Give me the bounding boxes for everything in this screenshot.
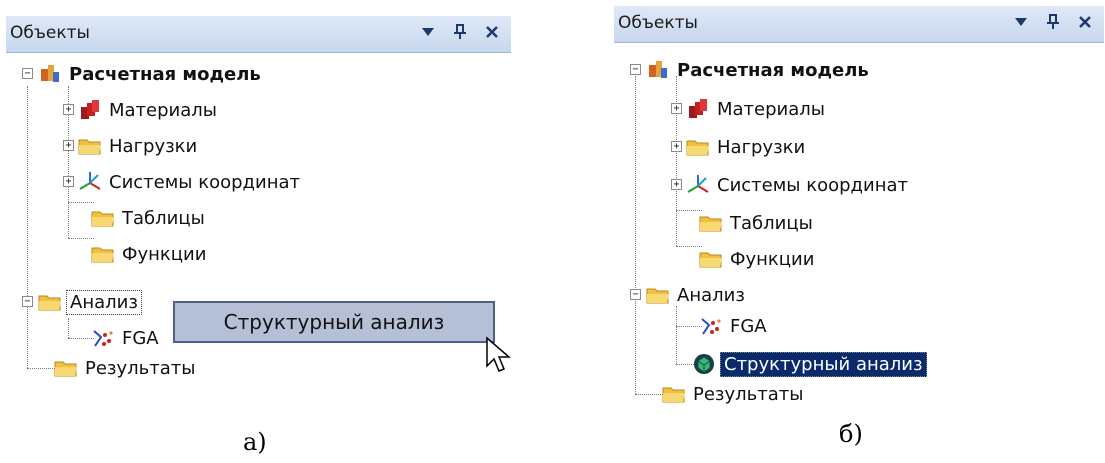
tree-item-functions[interactable]: Функции (91, 241, 209, 267)
tree-item-label: Расчетная модель (677, 59, 869, 81)
object-tree: − Расчетная модель + Материалы + Нагрузк… (614, 42, 1104, 416)
coordinate-axes-icon (686, 174, 710, 196)
tree-item-label: Анализ (66, 289, 142, 315)
tree-item-label: Таблицы (730, 212, 813, 234)
chevron-down-icon[interactable] (1012, 12, 1030, 32)
tree-item-coordinate-systems[interactable]: Системы координат (686, 172, 911, 198)
folder-icon (646, 284, 670, 306)
tree-item-materials[interactable]: Материалы (686, 96, 828, 122)
collapse-root-toggle[interactable]: − (22, 68, 33, 79)
tree-item-fga[interactable]: FGA (91, 325, 162, 351)
structural-analysis-icon (692, 353, 716, 375)
tree-item-fga[interactable]: FGA (699, 313, 770, 339)
tree-item-label: Структурный анализ (720, 351, 927, 377)
fga-analysis-icon (699, 315, 723, 337)
close-icon[interactable] (1076, 12, 1094, 32)
tree-item-label: Анализ (677, 284, 745, 306)
tree-item-label: Результаты (85, 357, 196, 379)
tree-item-results[interactable]: Результаты (54, 355, 198, 381)
tree-item-label: Материалы (717, 98, 825, 120)
tree-item-materials[interactable]: Материалы (78, 97, 220, 123)
tree-item-analysis[interactable]: Анализ (646, 282, 748, 308)
folder-icon (91, 207, 115, 229)
folder-icon (78, 135, 102, 157)
expand-toggle[interactable]: + (63, 104, 74, 115)
tree-item-label: Таблицы (122, 207, 205, 229)
drag-item-label: Структурный анализ (223, 310, 445, 334)
folder-icon (699, 212, 723, 234)
materials-icon (78, 99, 102, 121)
expand-toggle[interactable]: + (671, 103, 682, 114)
close-icon[interactable] (483, 22, 501, 42)
caption-b: б) (839, 420, 863, 448)
materials-icon (686, 98, 710, 120)
folder-icon (38, 291, 62, 313)
object-tree: − Расчетная модель + Материалы + Нагрузк… (6, 52, 511, 396)
tree-item-analysis[interactable]: Анализ (38, 289, 142, 315)
tree-item-tables[interactable]: Таблицы (91, 205, 208, 231)
tree-item-coordinate-systems[interactable]: Системы координат (78, 169, 303, 195)
mouse-pointer-icon (485, 336, 512, 380)
model-icon (38, 63, 62, 85)
tree-item-loads[interactable]: Нагрузки (78, 133, 200, 159)
tree-item-loads[interactable]: Нагрузки (686, 134, 808, 160)
model-icon (646, 59, 670, 81)
tree-item-label: Расчетная модель (69, 63, 261, 85)
tree-item-label: Материалы (109, 99, 217, 121)
tree-item-label: Функции (122, 243, 207, 265)
coordinate-axes-icon (78, 171, 102, 193)
tree-item-root[interactable]: Расчетная модель (646, 57, 872, 83)
tree-item-label: Функции (730, 248, 815, 270)
tree-item-label: Системы координат (717, 174, 908, 196)
tree-item-label: FGA (730, 315, 767, 337)
collapse-toggle[interactable]: − (22, 296, 33, 307)
fga-analysis-icon (91, 327, 115, 349)
objects-panel-b: Объекты − Расчетная модель + Материалы +… (614, 6, 1104, 416)
panel-title-bar: Объекты (614, 6, 1104, 43)
expand-toggle[interactable]: + (63, 140, 74, 151)
tree-item-label: Системы координат (109, 171, 300, 193)
objects-panel-a: Объекты − Расчетная модель + Материалы + (6, 16, 512, 396)
folder-icon (662, 383, 686, 405)
caption-a: а) (243, 428, 267, 456)
tree-item-functions[interactable]: Функции (699, 246, 817, 272)
drag-item-structural-analysis[interactable]: Структурный анализ (173, 301, 495, 343)
collapse-toggle[interactable]: − (630, 289, 641, 300)
tree-item-structural-analysis[interactable]: Структурный анализ (692, 351, 927, 377)
panel-title: Объекты (618, 13, 698, 33)
tree-item-label: Нагрузки (109, 135, 198, 157)
expand-toggle[interactable]: + (671, 179, 682, 190)
chevron-down-icon[interactable] (419, 22, 437, 42)
tree-item-label: Нагрузки (717, 136, 806, 158)
expand-toggle[interactable]: + (671, 141, 682, 152)
folder-icon (686, 136, 710, 158)
folder-icon (699, 248, 723, 270)
panel-title: Объекты (10, 23, 90, 43)
expand-toggle[interactable]: + (63, 176, 74, 187)
pin-icon[interactable] (1044, 12, 1062, 32)
panel-title-bar: Объекты (6, 16, 511, 53)
pin-icon[interactable] (451, 22, 469, 42)
tree-item-results[interactable]: Результаты (662, 381, 806, 407)
tree-item-tables[interactable]: Таблицы (699, 210, 816, 236)
tree-item-label: FGA (122, 327, 159, 349)
tree-item-label: Результаты (693, 383, 804, 405)
folder-icon (91, 243, 115, 265)
folder-icon (54, 357, 78, 379)
tree-item-root[interactable]: Расчетная модель (38, 61, 264, 87)
collapse-root-toggle[interactable]: − (630, 64, 641, 75)
